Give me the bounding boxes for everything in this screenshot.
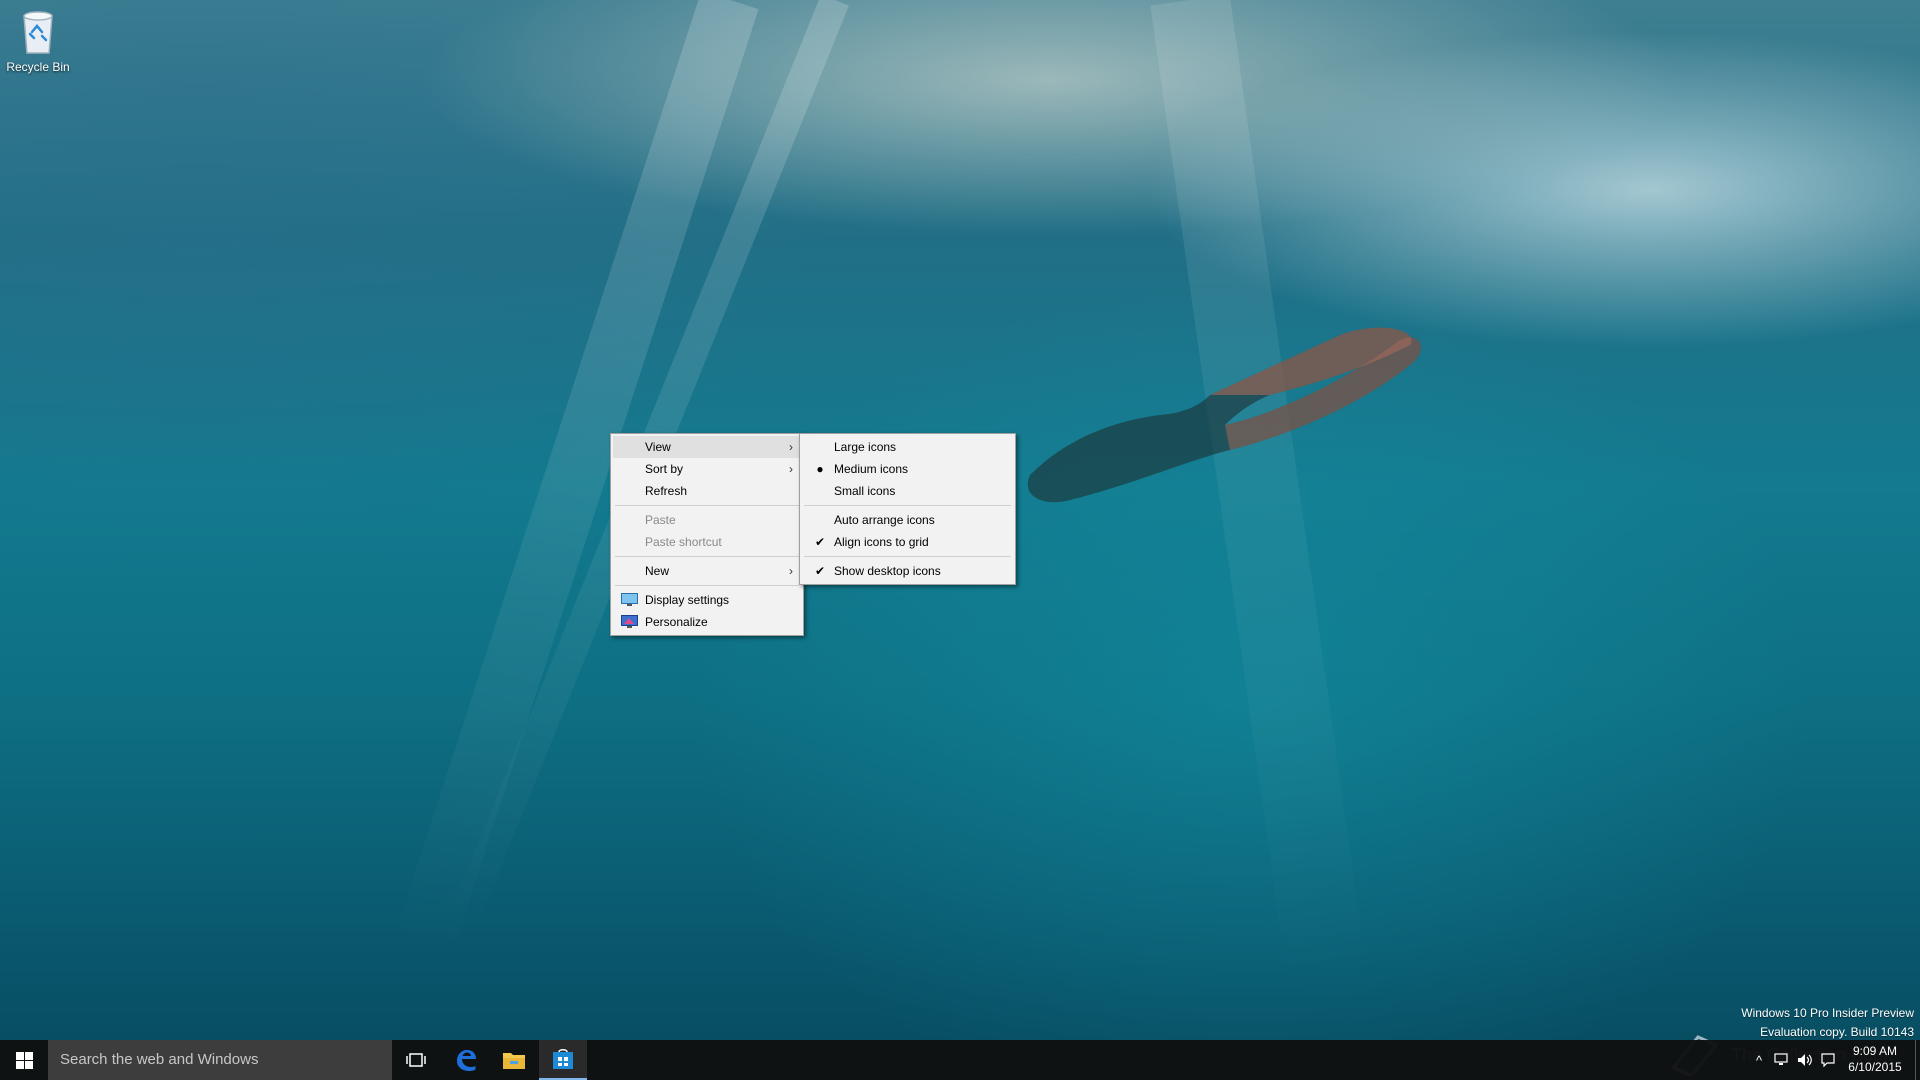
menu-item-paste[interactable]: Paste <box>613 509 801 531</box>
menu-item-small-icons[interactable]: Small icons <box>802 480 1013 502</box>
menu-item-new[interactable]: New › <box>613 560 801 582</box>
desktop-icon-label: Recycle Bin <box>6 60 70 74</box>
menu-item-label: Paste <box>645 513 676 527</box>
network-tray-button[interactable] <box>1770 1040 1792 1080</box>
menu-item-label: Large icons <box>834 440 897 454</box>
chevron-right-icon: › <box>789 564 793 578</box>
menu-separator <box>804 505 1011 506</box>
menu-item-medium-icons[interactable]: ● Medium icons <box>802 458 1013 480</box>
menu-separator <box>615 585 799 586</box>
menu-item-view[interactable]: View › <box>613 436 801 458</box>
recycle-bin-icon <box>23 11 53 54</box>
menu-item-personalize[interactable]: Personalize <box>613 611 801 633</box>
menu-item-label: Show desktop icons <box>834 564 941 578</box>
file-explorer-icon <box>503 1053 525 1069</box>
bullet-icon: ● <box>816 462 824 476</box>
menu-item-auto-arrange-icons[interactable]: Auto arrange icons <box>802 509 1013 531</box>
menu-item-label: Align icons to grid <box>834 535 929 549</box>
clock-date: 6/10/2015 <box>1848 1060 1902 1074</box>
wallpaper-diver-image <box>1027 327 1421 503</box>
show-desktop-button[interactable] <box>1915 1040 1920 1080</box>
menu-item-refresh[interactable]: Refresh <box>613 480 801 502</box>
windows-logo-icon <box>15 1051 33 1069</box>
file-explorer-taskbar-button[interactable] <box>490 1040 538 1080</box>
edge-taskbar-button[interactable] <box>442 1040 490 1080</box>
chevron-right-icon: › <box>789 462 793 476</box>
desktop-context-menu: View › Sort by › Refresh Paste Paste sho… <box>610 433 804 636</box>
menu-item-label: Auto arrange icons <box>834 513 935 527</box>
desktop-icon-recycle-bin[interactable]: Recycle Bin <box>4 6 72 74</box>
menu-item-paste-shortcut[interactable]: Paste shortcut <box>613 531 801 553</box>
menu-item-label: View <box>645 440 671 454</box>
menu-item-large-icons[interactable]: Large icons <box>802 436 1013 458</box>
task-view-icon <box>406 1053 426 1067</box>
menu-item-label: Small icons <box>834 484 896 498</box>
menu-item-sort-by[interactable]: Sort by › <box>613 458 801 480</box>
menu-item-label: Refresh <box>645 484 688 498</box>
action-center-tray-button[interactable] <box>1818 1040 1838 1080</box>
chevron-up-icon: ^ <box>1755 1052 1763 1068</box>
store-taskbar-button[interactable] <box>539 1040 587 1080</box>
menu-item-label: Personalize <box>645 615 708 629</box>
clock-time: 9:09 AM <box>1852 1044 1898 1058</box>
display-settings-icon <box>621 593 638 606</box>
edge-icon <box>457 1050 476 1071</box>
taskbar-clock[interactable]: 9:09 AM 6/10/2015 <box>1838 1043 1912 1075</box>
taskbar: Search the web and Windows ^ 9:09 AM 6/1… <box>0 1040 1920 1080</box>
search-placeholder: Search the web and Windows <box>60 1051 259 1068</box>
menu-item-label: Medium icons <box>834 462 909 476</box>
menu-item-label: New <box>645 564 670 578</box>
store-icon <box>553 1049 573 1069</box>
chevron-right-icon: › <box>789 440 793 454</box>
check-icon: ✔ <box>814 535 826 549</box>
check-icon: ✔ <box>814 564 826 578</box>
menu-separator <box>615 556 799 557</box>
volume-icon <box>1798 1054 1812 1066</box>
menu-item-label: Display settings <box>645 593 730 607</box>
start-button[interactable] <box>0 1040 48 1080</box>
view-submenu: Large icons ● Medium icons Small icons A… <box>799 433 1016 585</box>
menu-item-label: Paste shortcut <box>645 535 722 549</box>
menu-item-align-icons-to-grid[interactable]: ✔ Align icons to grid <box>802 531 1013 553</box>
menu-separator <box>615 505 799 506</box>
show-hidden-icons-button[interactable]: ^ <box>1750 1040 1768 1080</box>
taskbar-search-box[interactable]: Search the web and Windows <box>48 1040 392 1080</box>
menu-item-label: Sort by <box>645 462 684 476</box>
volume-tray-button[interactable] <box>1794 1040 1816 1080</box>
action-center-icon <box>1821 1053 1835 1067</box>
task-view-button[interactable] <box>392 1040 440 1080</box>
menu-separator <box>804 556 1011 557</box>
personalize-icon <box>621 615 638 628</box>
menu-item-display-settings[interactable]: Display settings <box>613 589 801 611</box>
watermark-edition: Windows 10 Pro Insider Preview <box>1741 1006 1914 1020</box>
menu-item-show-desktop-icons[interactable]: ✔ Show desktop icons <box>802 560 1013 582</box>
network-icon <box>1774 1053 1788 1065</box>
